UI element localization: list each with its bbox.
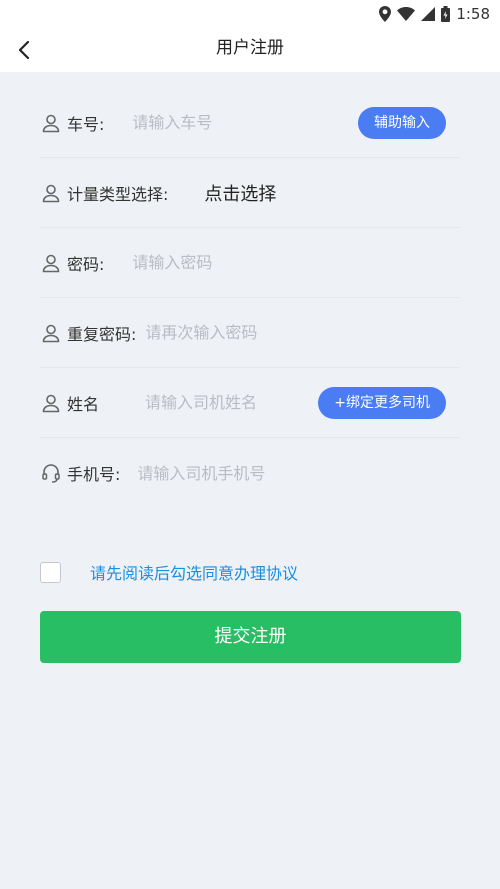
plate-row: 车号: 辅助输入 [40,88,460,158]
meter-type-select[interactable]: 点击选择 [204,180,276,206]
submit-button[interactable]: 提交注册 [40,611,461,663]
user-icon [40,252,62,274]
chevron-left-icon [18,40,30,60]
app-header: 用户注册 [0,28,500,72]
confirm-password-row: 重复密码: [40,298,460,368]
bind-more-drivers-button[interactable]: +绑定更多司机 [318,386,446,419]
meter-type-row: 计量类型选择: 点击选择 [40,158,460,228]
status-bar: 1:58 [0,0,500,28]
password-label: 密码: [67,254,105,274]
phone-label: 手机号: [67,465,121,484]
user-icon [40,322,62,344]
driver-name-input[interactable] [145,393,306,412]
name-row: 姓名 +绑定更多司机 [40,368,460,438]
meter-type-label: 计量类型选择: [67,184,169,204]
plate-label: 车号: [67,114,105,134]
user-icon [40,392,62,414]
phone-input[interactable] [137,463,298,483]
password-row: 密码: [40,228,460,298]
phone-row: 手机号: [40,438,460,508]
agreement-row: 请先阅读后勾选同意办理协议 [40,561,298,583]
user-icon [40,182,62,204]
agreement-link[interactable]: 请先阅读后勾选同意办理协议 [90,560,298,584]
wifi-icon [397,7,416,21]
back-button[interactable] [8,34,40,66]
plate-input[interactable] [132,113,293,132]
page-title: 用户注册 [216,38,284,58]
name-label: 姓名 [67,394,100,414]
status-time: 1:58 [456,5,490,23]
battery-icon [441,6,451,22]
user-icon [40,112,62,134]
agreement-checkbox[interactable] [40,561,61,583]
confirm-password-input[interactable] [145,323,306,342]
location-icon [379,6,392,22]
signal-icon [421,7,436,21]
password-input[interactable] [132,253,293,272]
confirm-password-label: 重复密码: [67,324,137,344]
headset-icon [40,462,62,484]
register-form: 车号: 辅助输入 计量类型选择: 点击选择 密码: 重复密码: 姓名 +绑定更多… [40,88,460,508]
status-icons: 1:58 [379,4,490,24]
assist-input-button[interactable]: 辅助输入 [358,106,446,139]
